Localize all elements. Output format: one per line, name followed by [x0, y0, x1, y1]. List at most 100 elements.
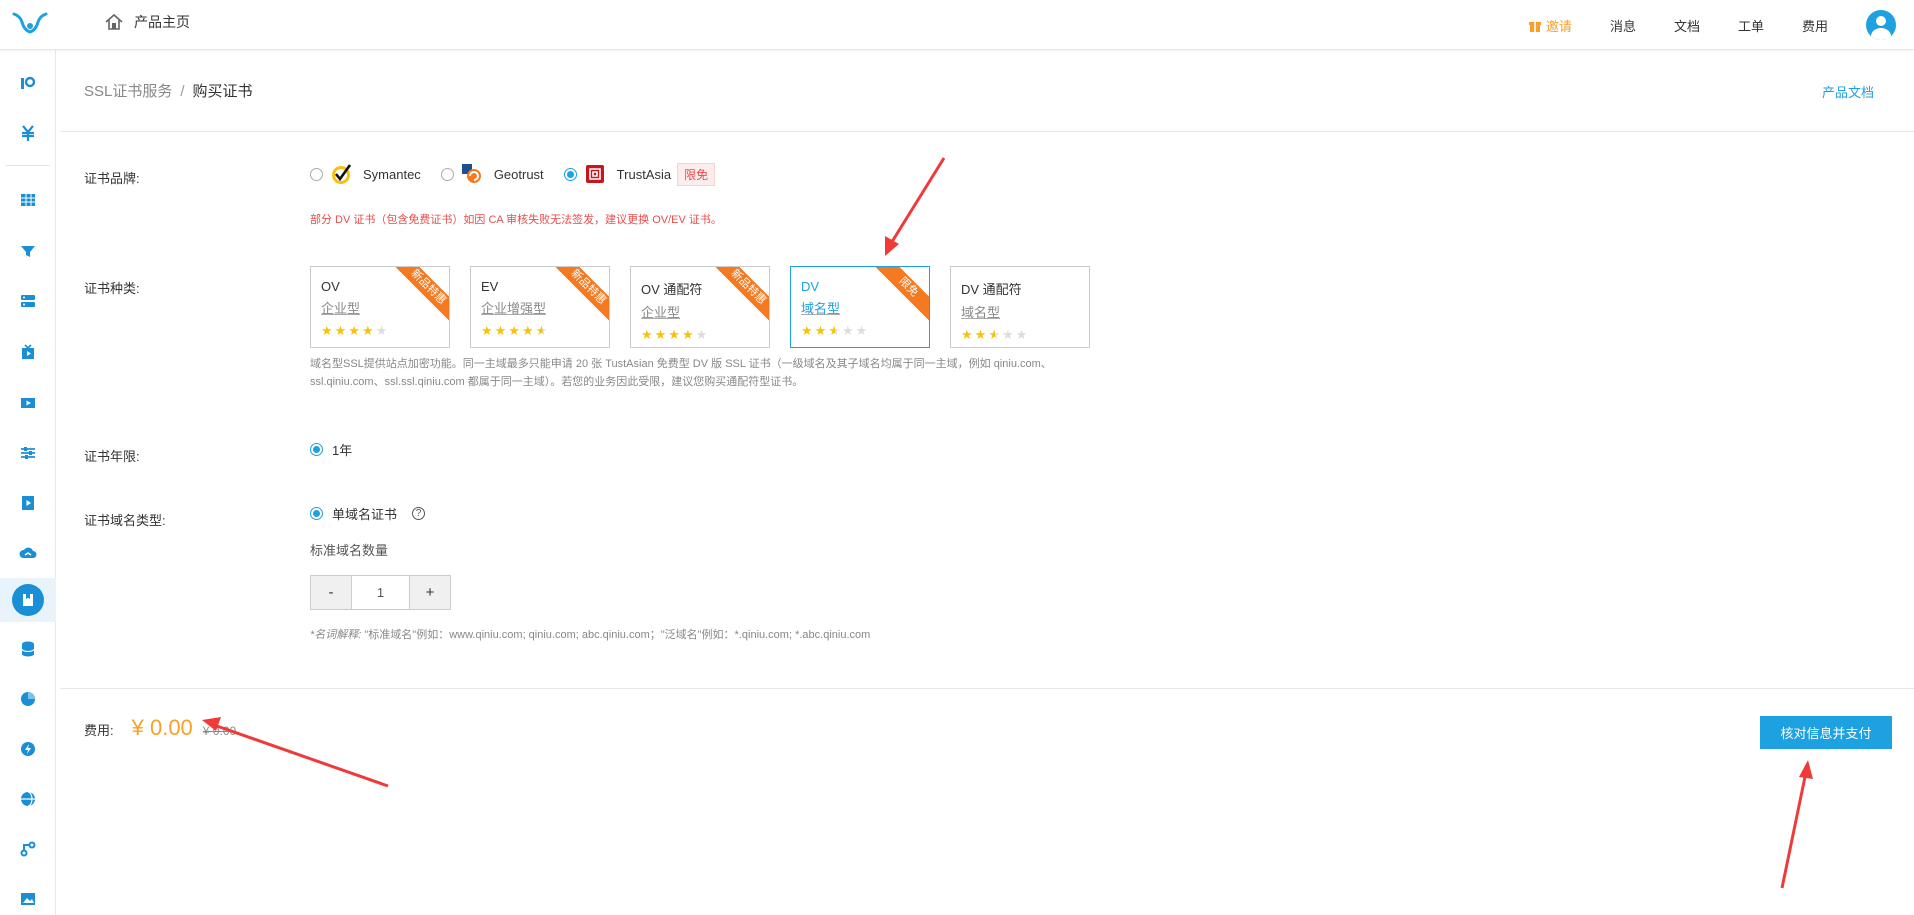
sidebar-image-icon[interactable]: [15, 886, 41, 912]
card-dv-wildcard[interactable]: DV 通配符 域名型 ★★★★★: [950, 266, 1090, 348]
geotrust-label: Geotrust: [493, 166, 544, 182]
fee-label: 费用:: [84, 723, 114, 738]
domain-type-label: 证书域名类型:: [84, 513, 166, 528]
free-tag: 限免: [677, 162, 716, 186]
top-nav: 邀请 消息 文档 工单 费用: [1528, 0, 1914, 50]
card-subtitle: 域名型: [961, 305, 1001, 320]
fee-price: ¥ 0.00: [131, 715, 193, 740]
certificate-type-cards: OV 企业型 ★★★★★ 新品特惠 EV 企业增强型 ★★★★★ 新品特惠 OV…: [310, 266, 1110, 348]
card-subtitle: 企业型: [641, 305, 681, 320]
sidebar-cloud-icon[interactable]: [15, 540, 41, 566]
sidebar-ssl-item[interactable]: [0, 578, 56, 622]
sidebar-ssl-icon: [12, 584, 44, 616]
sidebar-analytics-icon[interactable]: [15, 686, 41, 712]
symantec-label: Symantec: [363, 166, 421, 182]
glossary-body: "标准域名"例如：www.qiniu.com; qiniu.com; abc.q…: [361, 629, 871, 641]
sidebar-database-icon[interactable]: [15, 636, 41, 662]
sidebar-finance-icon[interactable]: [15, 120, 41, 146]
fee-summary: 费用: ¥ 0.00 ¥ 0.00: [84, 715, 236, 741]
sidebar-live-icon[interactable]: [15, 339, 41, 365]
period-label: 证书年限:: [84, 449, 140, 464]
description-line: ssl.qiniu.com、ssl.ssl.qiniu.com 都属于同一主域）…: [310, 376, 804, 388]
sidebar-divider: [6, 165, 50, 166]
geotrust-radio[interactable]: [440, 167, 454, 181]
symantec-radio[interactable]: [310, 167, 323, 181]
verify-and-pay-button[interactable]: 核对信息并支付: [1760, 716, 1892, 749]
increment-button[interactable]: +: [410, 576, 450, 609]
period-option-label: 1年: [332, 443, 353, 458]
fee-original-price: ¥ 0.00: [202, 724, 237, 738]
tickets-link[interactable]: 工单: [1738, 16, 1764, 35]
sidebar-settings-icon[interactable]: [15, 440, 41, 466]
billing-link[interactable]: 费用: [1802, 16, 1828, 35]
domain-type-option[interactable]: 单域名证书 ?: [310, 504, 426, 523]
glossary-prefix: *名词解释:: [310, 629, 362, 641]
card-title: DV 通配符: [961, 282, 1022, 297]
brand-option-geotrust[interactable]: Geotrust: [440, 162, 544, 186]
qiniu-logo-icon[interactable]: [10, 8, 50, 42]
invite-link[interactable]: 邀请: [1528, 16, 1572, 35]
star-rating: ★★★★★: [481, 323, 550, 338]
symantec-logo-icon: [329, 162, 353, 186]
star-rating: ★★★★★: [641, 327, 710, 342]
brand-warning: 部分 DV 证书（包含免费证书）如因 CA 审核失败无法签发，建议更换 OV/E…: [310, 214, 722, 226]
breadcrumb-current: 购买证书: [192, 83, 253, 100]
domain-quantity-stepper: - +: [310, 575, 451, 610]
breadcrumb: SSL证书服务 / 购买证书: [84, 80, 253, 101]
period-option-1year[interactable]: 1年: [310, 440, 352, 459]
messages-link[interactable]: 消息: [1610, 16, 1636, 35]
card-ev[interactable]: EV 企业增强型 ★★★★★ 新品特惠: [470, 266, 610, 348]
sidebar-media-icon[interactable]: [15, 490, 41, 516]
divider: [60, 131, 1914, 132]
sidebar-storage-icon[interactable]: [15, 187, 41, 213]
description-line: 域名型SSL提供站点加密功能。同一主域最多只能申请 20 张 TustAsian…: [310, 358, 1052, 370]
card-subtitle: 域名型: [801, 301, 841, 316]
divider: [60, 688, 1914, 689]
breadcrumb-separator: /: [180, 83, 185, 100]
brand-option-symantec[interactable]: Symantec: [310, 162, 421, 186]
brand-options: Symantec Geotrust TrustAsia 限免: [310, 162, 735, 186]
home-icon: [105, 13, 123, 30]
glossary-note: *名词解释: "标准域名"例如：www.qiniu.com; qiniu.com…: [310, 626, 870, 642]
product-docs-link[interactable]: 产品文档: [1822, 82, 1874, 101]
home-link[interactable]: 产品主页: [104, 12, 190, 32]
card-ov-wildcard[interactable]: OV 通配符 企业型 ★★★★★ 新品特惠: [630, 266, 770, 348]
sidebar-compute-icon[interactable]: [15, 288, 41, 314]
sidebar-fusion-icon[interactable]: [15, 736, 41, 762]
invite-label: 邀请: [1545, 18, 1572, 34]
star-rating: ★★★★★: [801, 323, 870, 338]
top-bar: 产品主页 邀请 消息 文档 工单 费用: [0, 0, 1914, 50]
domain-type-option-label: 单域名证书: [332, 507, 398, 522]
docs-link[interactable]: 文档: [1674, 16, 1700, 35]
star-rating: ★★★★★: [961, 327, 1030, 342]
trustasia-radio[interactable]: [563, 167, 577, 181]
sidebar-location-icon[interactable]: [15, 836, 41, 862]
decrement-button[interactable]: -: [311, 576, 351, 609]
sidebar-video-icon[interactable]: [15, 390, 41, 416]
domain-quantity-label: 标准域名数量: [310, 543, 389, 558]
type-description: 域名型SSL提供站点加密功能。同一主域最多只能申请 20 张 TustAsian…: [310, 355, 1110, 391]
sidebar-overview-icon[interactable]: [15, 70, 41, 96]
card-ov[interactable]: OV 企业型 ★★★★★ 新品特惠: [310, 266, 450, 348]
help-icon[interactable]: ?: [412, 507, 426, 520]
home-label: 产品主页: [134, 14, 190, 30]
brand-option-trustasia[interactable]: TrustAsia 限免: [563, 162, 716, 186]
type-label: 证书种类:: [84, 281, 140, 296]
sidebar-network-icon[interactable]: [15, 786, 41, 812]
trustasia-label: TrustAsia: [616, 166, 672, 182]
period-radio[interactable]: [310, 443, 323, 456]
card-subtitle: 企业增强型: [481, 301, 547, 316]
breadcrumb-ssl-service[interactable]: SSL证书服务: [84, 83, 172, 100]
domain-type-radio[interactable]: [310, 507, 323, 520]
main-content: SSL证书服务 / 购买证书 产品文档 证书品牌: Symantec Geotrus…: [60, 50, 1914, 915]
sidebar: [0, 50, 56, 915]
star-rating: ★★★★★: [321, 323, 390, 338]
gift-icon: [1528, 22, 1541, 32]
sidebar-cdn-icon[interactable]: [15, 238, 41, 264]
brand-label: 证书品牌:: [84, 171, 140, 186]
user-avatar[interactable]: [1866, 10, 1896, 40]
card-dv[interactable]: DV 域名型 ★★★★★ 限免: [790, 266, 930, 348]
card-subtitle: 企业型: [321, 301, 361, 316]
quantity-input[interactable]: [351, 576, 410, 609]
trustasia-logo-icon: [583, 162, 607, 186]
